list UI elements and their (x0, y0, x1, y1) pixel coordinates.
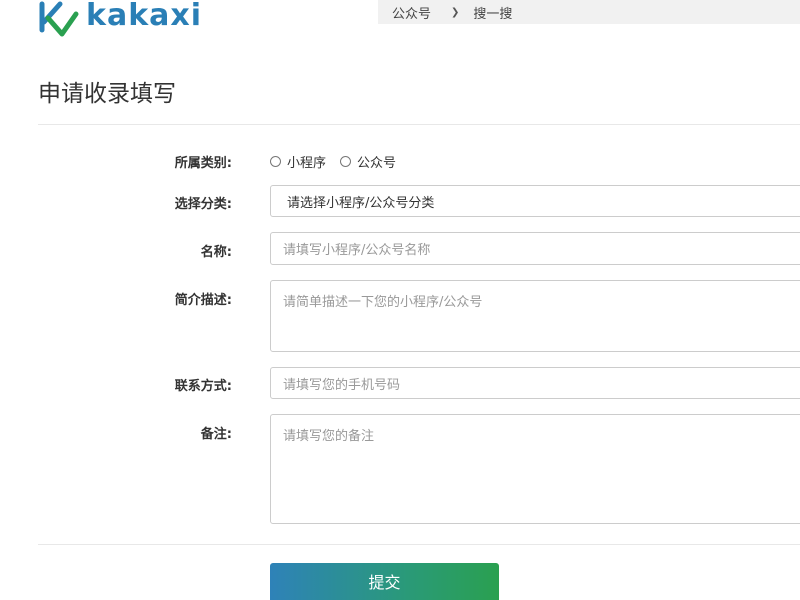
page-title: 申请收录填写 (38, 81, 176, 107)
radio-official-account-label: 公众号 (357, 156, 397, 171)
remarks-textarea[interactable]: 请填写您的备注 (270, 414, 800, 524)
description-placeholder: 请简单描述一下您的小程序/公众号 (283, 295, 483, 310)
radio-miniprogram[interactable]: 小程序 (270, 152, 326, 171)
classification-label: 选择分类: (174, 197, 232, 212)
classification-value: 请选择小程序/公众号分类 (287, 195, 435, 211)
chevron-down-icon: ❯ (451, 6, 460, 18)
kakaxi-logo-icon (39, 1, 79, 37)
radio-unchecked-icon[interactable] (270, 156, 281, 167)
name-label: 名称: (200, 245, 232, 260)
category-label: 所属类别: (174, 156, 232, 171)
logo-text: kakaxi (86, 0, 203, 33)
contact-input[interactable]: 请填写您的手机号码 (270, 367, 800, 399)
search-type-select[interactable]: 公众号 ❯ (392, 3, 459, 22)
category-radio-group: 小程序 公众号 (270, 152, 410, 171)
form-divider (38, 544, 800, 545)
search-type-value: 公众号 (392, 6, 432, 22)
radio-miniprogram-label: 小程序 (287, 156, 327, 171)
site-logo[interactable]: kakaxi (38, 0, 202, 40)
classification-select[interactable]: 请选择小程序/公众号分类 (270, 185, 800, 217)
submit-button[interactable]: 提交 (270, 563, 499, 600)
radio-official-account[interactable]: 公众号 (340, 152, 396, 171)
title-divider (38, 124, 800, 125)
name-placeholder: 请填写小程序/公众号名称 (283, 243, 431, 258)
search-input-label[interactable]: 搜一搜 (473, 3, 512, 22)
description-label: 简介描述: (174, 293, 232, 308)
search-bar: 公众号 ❯ 搜一搜 (378, 0, 800, 24)
description-textarea[interactable]: 请简单描述一下您的小程序/公众号 (270, 280, 800, 352)
radio-unchecked-icon[interactable] (340, 156, 352, 167)
name-input[interactable]: 请填写小程序/公众号名称 (270, 232, 800, 265)
remarks-label: 备注: (200, 427, 232, 442)
contact-label: 联系方式: (174, 379, 232, 394)
contact-placeholder: 请填写您的手机号码 (283, 377, 401, 393)
page: kakaxi 公众号 ❯ 搜一搜 申请收录填写 所属类别: 小程序 公众号 选择… (0, 0, 800, 600)
remarks-placeholder: 请填写您的备注 (283, 429, 375, 444)
